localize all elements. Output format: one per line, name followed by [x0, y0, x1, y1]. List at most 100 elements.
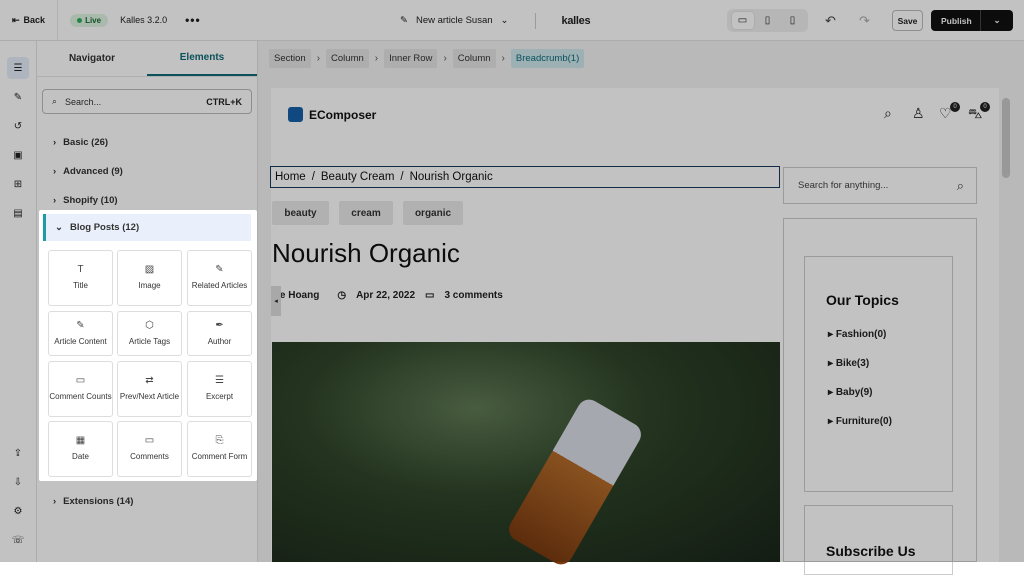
topic-item[interactable]: ▸ Fashion(0): [828, 329, 886, 340]
page-title: New article Susan: [415, 15, 493, 26]
theme-name: Kalles 3.2.0: [120, 15, 168, 25]
back-button[interactable]: ⇤ Back: [0, 0, 59, 40]
upload-icon[interactable]: ⇪: [7, 442, 29, 464]
element-article-tags[interactable]: ⬡ Article Tags: [117, 311, 182, 356]
search-icon[interactable]: ⌕: [957, 178, 964, 194]
excerpt-icon: ☰: [215, 375, 224, 386]
element-date[interactable]: ▦ Date: [48, 421, 113, 477]
category-extensions[interactable]: › Extensions (14): [53, 496, 133, 507]
store-logo[interactable]: EComposer: [288, 107, 376, 122]
product-bottle-image: [504, 395, 646, 569]
topic-item[interactable]: ▸ Baby(9): [828, 387, 873, 398]
ecomposer-logo-icon: [288, 107, 303, 122]
undo-icon[interactable]: ↶: [825, 13, 836, 29]
shortcut-hint: CTRL+K: [206, 96, 242, 107]
desktop-view-icon[interactable]: ▭: [731, 12, 754, 29]
article-date: Apr 22, 2022: [356, 290, 416, 301]
layers-icon[interactable]: ☰: [7, 57, 29, 79]
live-badge: Live: [70, 13, 109, 27]
page-icon[interactable]: ▤: [7, 202, 29, 224]
category-advanced[interactable]: › Advanced (9): [53, 166, 123, 177]
element-comment-counts[interactable]: ▭ Comment Counts: [48, 361, 113, 417]
chevron-down-icon: ⌄: [500, 15, 509, 26]
element-comment-form[interactable]: ⎘ Comment Form: [187, 421, 252, 477]
element-excerpt[interactable]: ☰ Excerpt: [187, 361, 252, 417]
chevron-right-icon: ›: [53, 137, 57, 148]
comment-icon: ▭: [144, 435, 155, 446]
cart-count: 0: [980, 102, 990, 112]
search-input[interactable]: ⌕ Search... CTRL+K: [42, 89, 252, 114]
topic-item[interactable]: ▸ Furniture(0): [828, 416, 892, 427]
element-prev-next-article[interactable]: ⇄ Prev/Next Article: [117, 361, 182, 417]
chevron-right-icon: ›: [374, 53, 379, 64]
search-icon: ⌕: [52, 96, 58, 106]
live-dot-icon: [77, 17, 83, 23]
element-article-content[interactable]: ✎ Article Content: [48, 311, 113, 356]
box-icon[interactable]: ▣: [7, 144, 29, 166]
scrollbar-thumb[interactable]: [1002, 98, 1010, 178]
category-blog-posts[interactable]: ⌄ Blog Posts (12): [43, 214, 251, 241]
topics-widget: Our Topics ▸ Fashion(0) ▸ Bike(3) ▸ Baby…: [804, 256, 953, 492]
topic-item[interactable]: ▸ Bike(3): [828, 358, 869, 369]
chevron-right-icon: ›: [501, 53, 505, 64]
publish-button[interactable]: Publish ⌄: [931, 10, 1013, 31]
tab-elements[interactable]: Elements: [147, 41, 257, 76]
mobile-view-icon[interactable]: ▯: [782, 12, 804, 29]
article-title: Nourish Organic: [272, 238, 460, 268]
pen-icon: ✒: [215, 319, 224, 331]
article-meta: ate Hoang ◷ Apr 22, 2022 ▭ 3 comments: [271, 290, 503, 301]
scrollbar[interactable]: [1001, 88, 1011, 562]
subscribe-title: Subscribe Us: [826, 543, 916, 559]
tag-beauty[interactable]: beauty: [272, 201, 329, 225]
search-icon[interactable]: ⌕: [884, 105, 892, 122]
element-breadcrumb: Section › Column › Inner Row › Column › …: [269, 48, 585, 69]
panel-tabs: Navigator Elements: [37, 41, 257, 77]
more-options-button[interactable]: •••: [185, 13, 201, 27]
chat-icon[interactable]: ☏: [7, 529, 29, 551]
topics-title: Our Topics: [826, 292, 899, 308]
user-icon[interactable]: ♙: [912, 105, 925, 122]
edit-icon: ✎: [76, 319, 85, 331]
crumb-section[interactable]: Section: [269, 49, 311, 68]
form-icon: ⎘: [215, 435, 224, 446]
crumb-inner-row[interactable]: Inner Row: [384, 49, 438, 68]
page-selector[interactable]: ✎ New article Susan ⌄ kalles: [400, 0, 591, 41]
chevron-right-icon: ›: [316, 53, 321, 64]
blog-posts-group: ⌄ Blog Posts (12) T Title ▨ Image ✎ Related…: [39, 210, 257, 481]
breadcrumb-element[interactable]: Home / Beauty Cream / Nourish Organic: [270, 166, 780, 188]
crumb-column[interactable]: Column: [326, 49, 369, 68]
settings-icon[interactable]: ⚙: [7, 500, 29, 522]
collapse-panel-handle[interactable]: ◂: [271, 286, 281, 316]
subscribe-widget: Subscribe Us: [804, 505, 953, 575]
save-button[interactable]: Save: [892, 10, 923, 31]
history-icon[interactable]: ↺: [7, 115, 29, 137]
chevron-down-icon[interactable]: ⌄: [980, 10, 1013, 31]
sidebar-search-input[interactable]: Search for anything... ⌕: [783, 167, 977, 204]
element-author[interactable]: ✒ Author: [187, 311, 252, 356]
element-related-articles[interactable]: ✎ Related Articles: [187, 250, 252, 306]
brush-icon[interactable]: ✎: [7, 86, 29, 108]
element-image[interactable]: ▨ Image: [117, 250, 182, 306]
element-comments[interactable]: ▭ Comments: [117, 421, 182, 477]
chevron-right-icon: ›: [53, 195, 57, 206]
comment-icon: ▭: [75, 375, 86, 386]
crumb-breadcrumb[interactable]: Breadcrumb(1): [510, 49, 585, 68]
wishlist-count: 0: [950, 102, 960, 112]
category-basic[interactable]: › Basic (26): [53, 137, 108, 148]
comment-icon: ▭: [425, 290, 435, 301]
crumb-column-2[interactable]: Column: [452, 49, 496, 68]
page-preview: EComposer ⌕ ♙ ♡ 0 ⛍ 0 Home / Beauty Crea…: [270, 88, 999, 575]
redo-icon[interactable]: ↷: [859, 13, 870, 29]
title-icon: T: [77, 264, 84, 275]
tablet-view-icon[interactable]: ▯: [757, 12, 779, 29]
download-icon[interactable]: ⇩: [7, 471, 29, 493]
tab-navigator[interactable]: Navigator: [37, 41, 147, 76]
tag-organic[interactable]: organic: [403, 201, 463, 225]
store-logo: kalles: [561, 14, 591, 27]
tag-cream[interactable]: cream: [339, 201, 393, 225]
edit-icon: ✎: [215, 264, 224, 275]
category-shopify[interactable]: › Shopify (10): [53, 195, 118, 206]
left-rail: ☰ ✎ ↺ ▣ ⊞ ▤ ⇪ ⇩ ⚙ ☏: [0, 41, 37, 562]
apps-icon[interactable]: ⊞: [7, 173, 29, 195]
element-title[interactable]: T Title: [48, 250, 113, 306]
